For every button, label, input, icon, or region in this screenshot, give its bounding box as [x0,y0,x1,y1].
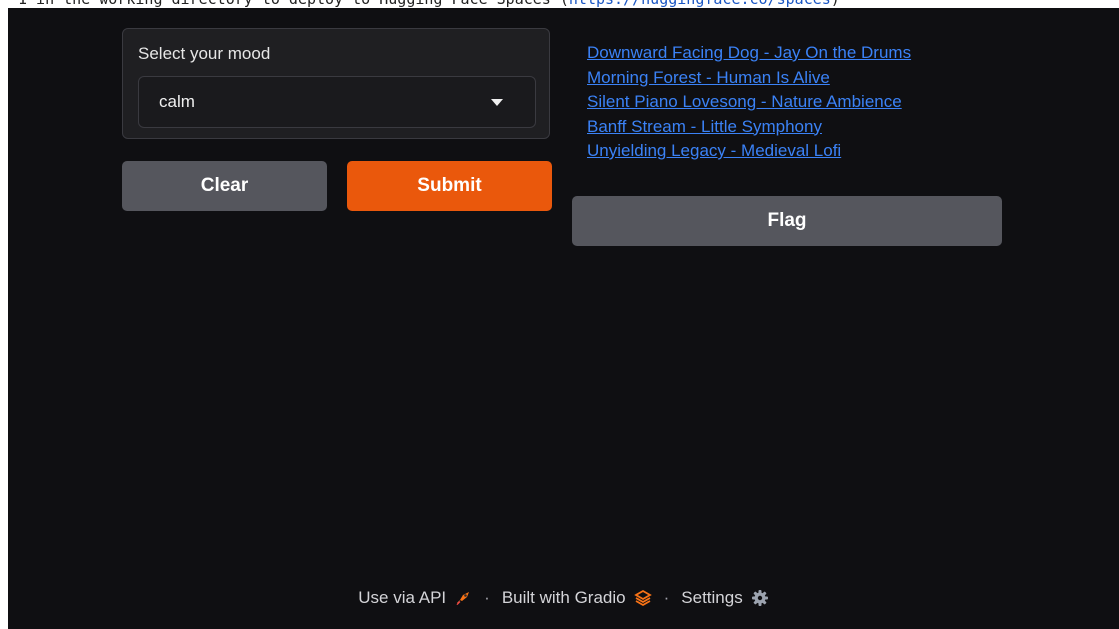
playlist-link[interactable]: Silent Piano Lovesong - Nature Ambience [587,90,911,115]
settings-label[interactable]: Settings [681,588,742,608]
footer-separator: · [663,588,670,607]
playlist-output: Downward Facing Dog - Jay On the Drums M… [587,41,911,164]
playlist-link[interactable]: Downward Facing Dog - Jay On the Drums [587,41,911,66]
flag-button[interactable]: Flag [572,196,1002,246]
mood-select[interactable]: calm [138,76,536,128]
footer-separator: · [484,588,490,607]
submit-button[interactable]: Submit [347,161,552,211]
footer: Use via API · Built with Gradio · Settin… [8,588,1119,608]
clear-button[interactable]: Clear [122,161,327,211]
playlist-link[interactable]: Morning Forest - Human Is Alive [587,66,911,91]
use-via-api-label[interactable]: Use via API [358,588,446,608]
terminal-text-strip: 1 in the working directory to deploy to … [0,0,1119,8]
mood-select-value[interactable]: calm [159,92,195,112]
rocket-icon[interactable] [454,589,472,607]
chevron-down-icon[interactable] [491,99,503,106]
playlist-link[interactable]: Banff Stream - Little Symphony [587,115,911,140]
gradio-app: Select your mood calm Clear Submit Downw… [8,8,1119,629]
built-with-gradio-label[interactable]: Built with Gradio [502,588,626,608]
mood-label: Select your mood [138,44,271,63]
mood-dropdown-block: Select your mood calm [122,28,550,139]
playlist-link[interactable]: Unyielding Legacy - Medieval Lofi [587,139,911,164]
spaces-link[interactable]: https://huggingface.co/spaces [569,0,831,8]
gear-icon[interactable] [751,589,769,607]
built-with-gradio-link[interactable]: Built with Gradio [502,588,652,608]
terminal-text: 1 in the working directory to deploy to … [18,0,840,8]
use-via-api-link[interactable]: Use via API [358,588,472,608]
gradio-logo-icon[interactable] [633,589,652,607]
settings-link[interactable]: Settings [681,588,768,608]
